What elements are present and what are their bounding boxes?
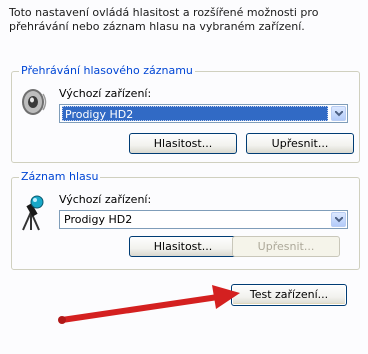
intro-text: Toto nastavení ovládá hlasitost a rozšíř…: [9, 6, 319, 33]
playback-group: Přehrávání hlasového záznamu Výchozí zař…: [11, 64, 360, 163]
playback-legend: Přehrávání hlasového záznamu: [19, 64, 195, 77]
recording-legend: Záznam hlasu: [19, 170, 101, 183]
chevron-down-icon[interactable]: [331, 212, 346, 227]
recording-advanced-button: Upřesnit...: [232, 236, 340, 257]
recording-volume-button[interactable]: Hlasitost...: [129, 236, 237, 257]
speaker-icon: [20, 84, 50, 118]
playback-volume-button[interactable]: Hlasitost...: [129, 133, 237, 154]
playback-device-value: Prodigy HD2: [62, 106, 328, 121]
playback-device-select[interactable]: Prodigy HD2: [59, 104, 348, 123]
recording-group: Záznam hlasu Výchozí zařízení: Prodigy H…: [11, 170, 360, 270]
playback-advanced-button[interactable]: Upřesnit...: [246, 133, 354, 154]
recording-device-label: Výchozí zařízení:: [59, 193, 152, 206]
recording-device-select[interactable]: Prodigy HD2: [59, 210, 348, 229]
microphone-icon: [19, 194, 47, 234]
playback-device-label: Výchozí zařízení:: [59, 87, 152, 100]
recording-device-value: Prodigy HD2: [64, 213, 133, 226]
chevron-down-icon[interactable]: [331, 106, 346, 121]
test-device-button[interactable]: Test zařízení...: [231, 284, 347, 306]
